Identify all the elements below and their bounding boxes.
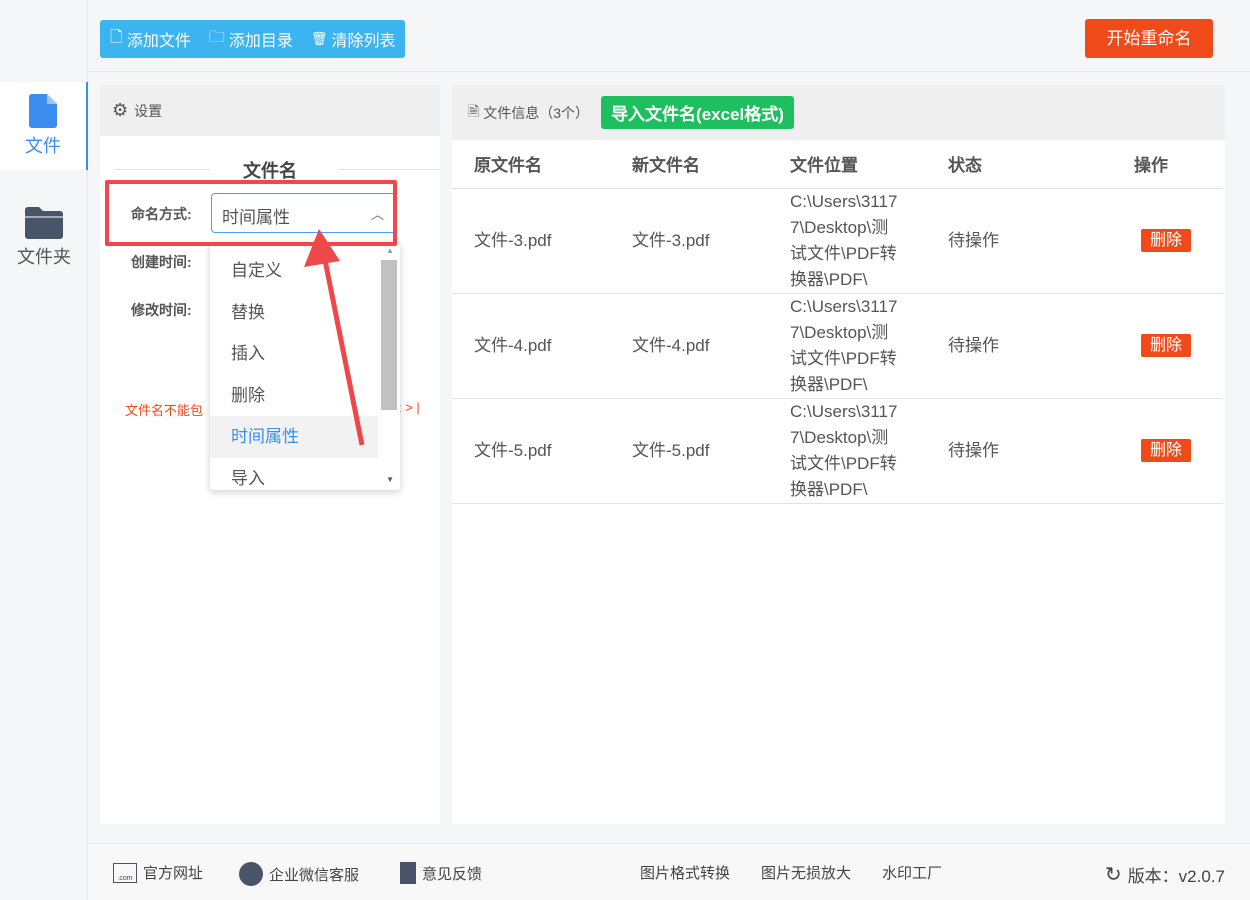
sidebar: 文件 文件夹 (0, 0, 88, 900)
table-row: 文件-5.pdf 文件-5.pdf C:\Users\31177\Desktop… (452, 398, 1223, 504)
status: 待操作 (926, 398, 1112, 504)
file-location: C:\Users\31177\Desktop\测试文件\PDF转换器\PDF\ (768, 188, 926, 294)
file-icon (29, 94, 57, 128)
add-directory-label: 添加目录 (228, 33, 293, 50)
scrollbar[interactable] (381, 260, 397, 410)
clear-list-label: 清除列表 (331, 33, 396, 50)
file-info-title: 文件信息（3个） (483, 104, 590, 121)
location-text: C:\Users\31177\Desktop\测试文件\PDF转换器\PDF\ (790, 401, 898, 499)
version-label: 版本：v2.0.7 (1127, 867, 1225, 886)
annotation-arrow-icon (304, 229, 365, 446)
folder-icon (25, 207, 63, 239)
delete-button[interactable]: 删除 (1140, 439, 1191, 462)
col-status: 状态 (926, 140, 1112, 189)
table-row: 文件-4.pdf 文件-4.pdf C:\Users\31177\Desktop… (452, 293, 1223, 399)
chat-icon (239, 862, 263, 886)
footer: .com 官方网址 企业微信客服 意见反馈 图片格式转换 图片无损放大 水印工厂 … (88, 843, 1250, 900)
add-file-button[interactable]: 🗋 添加文件 (110, 26, 191, 53)
create-time-label: 创建时间: (131, 254, 192, 270)
sidebar-item-label: 文件夹 (17, 247, 71, 267)
delete-button[interactable]: 删除 (1140, 334, 1191, 357)
file-location: C:\Users\31177\Desktop\测试文件\PDF转换器\PDF\ (768, 398, 926, 504)
start-rename-button[interactable]: 开始重命名 (1085, 19, 1213, 58)
import-excel-button[interactable]: 导入文件名(excel格式) (601, 96, 794, 129)
file-location: C:\Users\31177\Desktop\测试文件\PDF转换器\PDF\ (768, 293, 926, 399)
original-name: 文件-3.pdf (452, 188, 610, 294)
file-icon: 🗋 (110, 28, 123, 46)
new-name: 文件-4.pdf (610, 293, 768, 399)
option-import[interactable]: 导入 (210, 458, 378, 491)
warning-text: 文件名不能包 (125, 403, 204, 418)
gear-icon: ⚙ (112, 100, 129, 120)
settings-title: 设置 (134, 102, 163, 119)
website-icon: .com (113, 862, 137, 883)
original-name: 文件-5.pdf (452, 398, 610, 504)
add-file-label: 添加文件 (126, 33, 191, 50)
feedback-icon (400, 862, 416, 884)
wechat-label: 企业微信客服 (269, 866, 360, 884)
col-action: 操作 (1112, 140, 1223, 189)
file-icon: 🗎 (468, 102, 480, 119)
warning-text-end: : > | (398, 400, 420, 415)
feedback-label: 意见反馈 (422, 865, 483, 883)
delete-button[interactable]: 删除 (1140, 229, 1191, 252)
col-original-name: 原文件名 (452, 140, 610, 189)
clear-list-button[interactable]: 🗑 清除列表 (311, 27, 396, 51)
modify-time-label: 修改时间: (131, 302, 192, 318)
scroll-up-icon[interactable]: ▲ (386, 246, 394, 255)
settings-header: ⚙ 设置 (100, 85, 440, 136)
wechat-service-link[interactable]: 企业微信客服 (239, 862, 359, 886)
refresh-icon: ↻ (1104, 864, 1122, 886)
table-row: 文件-3.pdf 文件-3.pdf C:\Users\31177\Desktop… (452, 188, 1223, 294)
sidebar-item-folder[interactable]: 文件夹 (0, 195, 88, 283)
file-button-group: 🗋 添加文件 🗀 添加目录 🗑 清除列表 (100, 20, 406, 58)
col-new-name: 新文件名 (610, 140, 768, 189)
website-label: 官方网址 (143, 865, 204, 882)
image-upscale-link[interactable]: 图片无损放大 (761, 862, 851, 883)
website-link[interactable]: .com 官方网址 (113, 862, 203, 883)
image-convert-link[interactable]: 图片格式转换 (640, 862, 730, 883)
file-info-header: 🗎 文件信息（3个） 导入文件名(excel格式) (452, 85, 1225, 140)
file-info-panel: 🗎 文件信息（3个） 导入文件名(excel格式) 原文件名 新文件名 文件位置 状… (452, 85, 1225, 824)
add-directory-button[interactable]: 🗀 添加目录 (209, 26, 293, 53)
sidebar-item-file[interactable]: 文件 (0, 82, 88, 170)
folder-icon: 🗀 (208, 28, 225, 46)
file-table: 原文件名 新文件名 文件位置 状态 操作 文件-3.pdf 文件-3.pdf C… (452, 140, 1223, 504)
col-location: 文件位置 (768, 140, 926, 189)
location-text: C:\Users\31177\Desktop\测试文件\PDF转换器\PDF\ (790, 296, 898, 394)
scroll-down-icon[interactable]: ▼ (386, 475, 394, 484)
watermark-link[interactable]: 水印工厂 (882, 862, 942, 883)
new-name: 文件-5.pdf (610, 398, 768, 504)
sidebar-item-label: 文件 (25, 136, 61, 156)
status: 待操作 (926, 293, 1112, 399)
status: 待操作 (926, 188, 1112, 294)
version-info[interactable]: ↻ 版本：v2.0.7 (1105, 862, 1225, 887)
feedback-link[interactable]: 意见反馈 (400, 862, 482, 884)
new-name: 文件-3.pdf (610, 188, 768, 294)
trash-icon: 🗑 (310, 31, 328, 46)
location-text: C:\Users\31177\Desktop\测试文件\PDF转换器\PDF\ (790, 191, 898, 289)
original-name: 文件-4.pdf (452, 293, 610, 399)
toolbar: 🗋 添加文件 🗀 添加目录 🗑 清除列表 开始重命名 (88, 0, 1250, 72)
